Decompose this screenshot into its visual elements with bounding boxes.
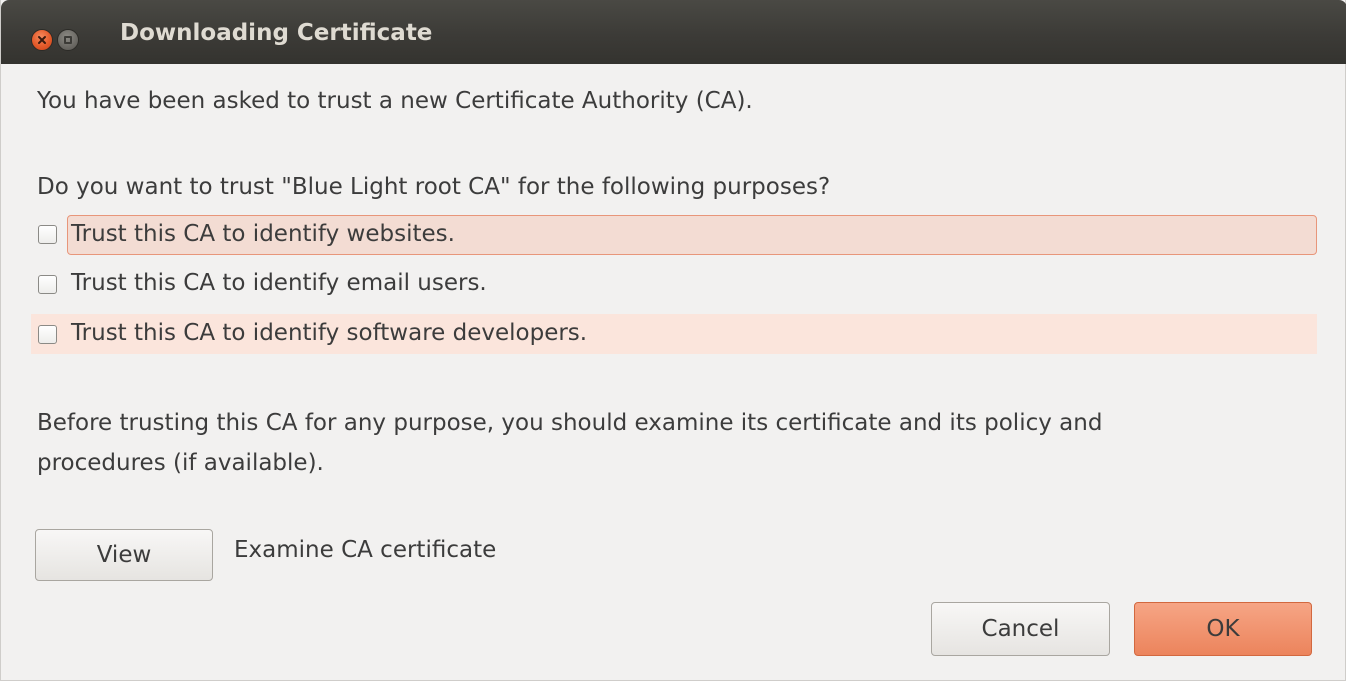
advice-text-line1: Before trusting this CA for any purpose,… bbox=[37, 410, 1103, 436]
maximize-icon bbox=[64, 36, 72, 44]
question-text: Do you want to trust "Blue Light root CA… bbox=[37, 174, 831, 200]
cancel-button[interactable]: Cancel bbox=[931, 602, 1110, 656]
ok-button[interactable]: OK bbox=[1134, 602, 1312, 656]
intro-text: You have been asked to trust a new Certi… bbox=[37, 88, 753, 114]
close-button[interactable] bbox=[31, 29, 53, 51]
view-description: Examine CA certificate bbox=[234, 537, 497, 563]
checkbox-software[interactable] bbox=[38, 325, 57, 344]
title-bar[interactable]: Downloading Certificate bbox=[1, 0, 1346, 64]
window-title: Downloading Certificate bbox=[120, 20, 433, 46]
checkbox-label-software[interactable]: Trust this CA to identify software devel… bbox=[71, 320, 587, 346]
checkbox-websites[interactable] bbox=[38, 225, 57, 244]
checkbox-email[interactable] bbox=[38, 275, 57, 294]
advice-text-line2: procedures (if available). bbox=[37, 450, 324, 476]
close-icon bbox=[38, 36, 46, 44]
checkbox-label-email[interactable]: Trust this CA to identify email users. bbox=[71, 270, 487, 296]
view-button[interactable]: View bbox=[35, 529, 213, 581]
certificate-dialog: Downloading Certificate You have been as… bbox=[0, 0, 1346, 681]
maximize-button[interactable] bbox=[57, 29, 79, 51]
checkbox-label-websites[interactable]: Trust this CA to identify websites. bbox=[71, 221, 455, 247]
